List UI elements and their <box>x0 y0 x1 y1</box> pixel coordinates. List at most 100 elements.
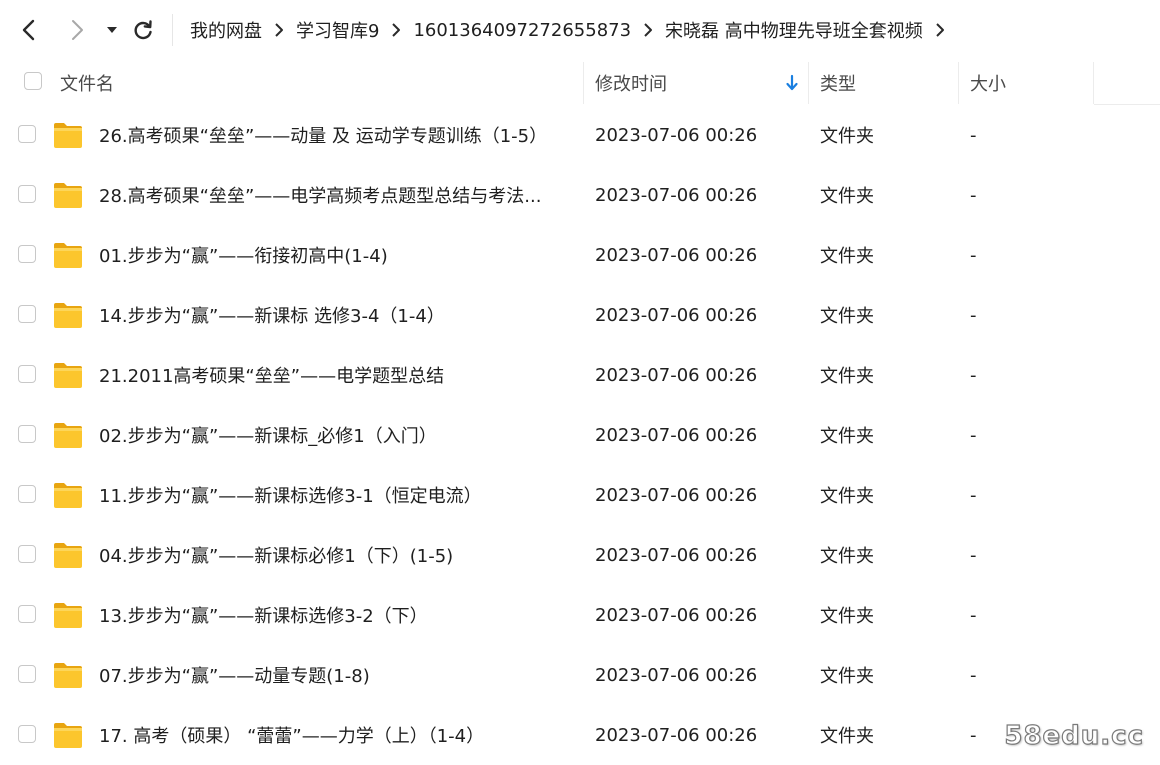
column-divider[interactable] <box>808 62 809 104</box>
file-name: 02.步步为“赢”——新课标_必修1（入门） <box>99 426 437 447</box>
file-name: 01.步步为“赢”——衔接初高中(1-4) <box>99 246 388 267</box>
breadcrumb-more-chevron-icon[interactable] <box>923 20 957 40</box>
site-watermark: 58edu.cc <box>1004 720 1144 751</box>
column-header: 文件名 修改时间 类型 大小 <box>0 62 1160 104</box>
folder-icon <box>54 663 82 688</box>
column-header-modified[interactable]: 修改时间 <box>595 62 795 104</box>
caret-down-icon <box>107 27 117 33</box>
forward-button[interactable] <box>62 15 92 45</box>
file-type: 文件夹 <box>820 486 874 507</box>
file-name: 17. 高考（硕果） “蕾蕾”——力学（上）（1-4） <box>99 726 485 747</box>
file-type: 文件夹 <box>820 726 874 747</box>
folder-icon <box>54 603 82 628</box>
file-size: - <box>970 424 977 446</box>
folder-icon <box>54 123 82 148</box>
file-size: - <box>970 544 977 566</box>
breadcrumb-item-root[interactable]: 我的网盘 <box>190 17 262 43</box>
file-name: 13.步步为“赢”——新课标选修3-2（下） <box>99 606 428 627</box>
column-header-name[interactable]: 文件名 <box>60 62 580 104</box>
column-header-type[interactable]: 类型 <box>820 62 950 104</box>
row-checkbox[interactable] <box>18 605 36 623</box>
file-row[interactable]: 01.步步为“赢”——衔接初高中(1-4) 2023-07-06 00:26 文… <box>0 225 1160 285</box>
history-dropdown-button[interactable] <box>100 15 124 45</box>
file-row[interactable]: 21.2011高考硕果“垒垒”——电学题型总结 2023-07-06 00:26… <box>0 345 1160 405</box>
breadcrumb-chevron-icon <box>262 20 296 40</box>
row-checkbox[interactable] <box>18 485 36 503</box>
file-size: - <box>970 124 977 146</box>
file-row[interactable]: 14.步步为“赢”——新课标 选修3-4（1-4） 2023-07-06 00:… <box>0 285 1160 345</box>
chevron-left-icon <box>22 19 35 41</box>
back-button[interactable] <box>15 15 45 45</box>
row-checkbox[interactable] <box>18 545 36 563</box>
breadcrumb-item-id-folder[interactable]: 1601364097272655873 <box>413 20 631 41</box>
file-row[interactable]: 11.步步为“赢”——新课标选修3-1（恒定电流） 2023-07-06 00:… <box>0 465 1160 525</box>
folder-icon <box>54 483 82 508</box>
breadcrumb-item-current[interactable]: 宋晓磊 高中物理先导班全套视频 <box>665 17 923 43</box>
navigation-bar: 我的网盘 学习智库9 1601364097272655873 宋晓磊 高中物理先… <box>0 0 1160 60</box>
file-row[interactable]: 28.高考硕果“垒垒”——电学高频考点题型总结与考法... 2023-07-06… <box>0 165 1160 225</box>
row-checkbox[interactable] <box>18 425 36 443</box>
file-row[interactable]: 17. 高考（硕果） “蕾蕾”——力学（上）（1-4） 2023-07-06 0… <box>0 705 1160 765</box>
file-size: - <box>970 184 977 206</box>
nav-divider <box>172 14 173 46</box>
file-row[interactable]: 02.步步为“赢”——新课标_必修1（入门） 2023-07-06 00:26 … <box>0 405 1160 465</box>
folder-icon <box>54 543 82 568</box>
file-row[interactable]: 13.步步为“赢”——新课标选修3-2（下） 2023-07-06 00:26 … <box>0 585 1160 645</box>
file-type: 文件夹 <box>820 246 874 267</box>
file-size: - <box>970 604 977 626</box>
folder-icon <box>54 303 82 328</box>
file-modified: 2023-07-06 00:26 <box>595 604 758 626</box>
file-size: - <box>970 364 977 386</box>
breadcrumb-chevron-icon <box>631 20 665 40</box>
file-type: 文件夹 <box>820 606 874 627</box>
column-divider[interactable] <box>1093 62 1094 104</box>
file-size: - <box>970 664 977 686</box>
column-divider[interactable] <box>583 62 584 104</box>
file-size: - <box>970 484 977 506</box>
file-modified: 2023-07-06 00:26 <box>595 424 758 446</box>
column-divider[interactable] <box>958 62 959 104</box>
file-name: 28.高考硕果“垒垒”——电学高频考点题型总结与考法... <box>99 186 542 207</box>
file-row[interactable]: 26.高考硕果“垒垒”——动量 及 运动学专题训练（1-5） 2023-07-0… <box>0 105 1160 165</box>
file-name: 07.步步为“赢”——动量专题(1-8) <box>99 666 370 687</box>
file-name: 21.2011高考硕果“垒垒”——电学题型总结 <box>99 366 445 387</box>
file-name: 11.步步为“赢”——新课标选修3-1（恒定电流） <box>99 486 482 507</box>
breadcrumb: 我的网盘 学习智库9 1601364097272655873 宋晓磊 高中物理先… <box>190 14 957 46</box>
file-row[interactable]: 04.步步为“赢”——新课标必修1（下）(1-5) 2023-07-06 00:… <box>0 525 1160 585</box>
file-modified: 2023-07-06 00:26 <box>595 304 758 326</box>
file-name: 04.步步为“赢”——新课标必修1（下）(1-5) <box>99 546 454 567</box>
folder-icon <box>54 183 82 208</box>
file-modified: 2023-07-06 00:26 <box>595 184 758 206</box>
row-checkbox[interactable] <box>18 125 36 143</box>
column-header-size[interactable]: 大小 <box>970 62 1090 104</box>
file-row[interactable]: 07.步步为“赢”——动量专题(1-8) 2023-07-06 00:26 文件… <box>0 645 1160 705</box>
file-modified: 2023-07-06 00:26 <box>595 124 758 146</box>
folder-icon <box>54 723 82 748</box>
file-type: 文件夹 <box>820 426 874 447</box>
breadcrumb-chevron-icon <box>379 20 413 40</box>
file-modified: 2023-07-06 00:26 <box>595 244 758 266</box>
sort-descending-arrow-icon[interactable] <box>785 74 799 92</box>
row-checkbox[interactable] <box>18 305 36 323</box>
row-checkbox[interactable] <box>18 365 36 383</box>
file-name: 26.高考硕果“垒垒”——动量 及 运动学专题训练（1-5） <box>99 126 548 147</box>
row-checkbox[interactable] <box>18 665 36 683</box>
row-checkbox[interactable] <box>18 185 36 203</box>
file-size: - <box>970 244 977 266</box>
file-type: 文件夹 <box>820 666 874 687</box>
folder-icon <box>54 423 82 448</box>
file-type: 文件夹 <box>820 366 874 387</box>
file-modified: 2023-07-06 00:26 <box>595 364 758 386</box>
file-type: 文件夹 <box>820 186 874 207</box>
row-checkbox[interactable] <box>18 245 36 263</box>
chevron-right-icon <box>72 20 83 40</box>
refresh-button[interactable] <box>128 15 158 45</box>
file-type: 文件夹 <box>820 306 874 327</box>
folder-icon <box>54 243 82 268</box>
file-modified: 2023-07-06 00:26 <box>595 484 758 506</box>
folder-icon <box>54 363 82 388</box>
file-name: 14.步步为“赢”——新课标 选修3-4（1-4） <box>99 306 445 327</box>
row-checkbox[interactable] <box>18 725 36 743</box>
file-modified: 2023-07-06 00:26 <box>595 544 758 566</box>
breadcrumb-item-library[interactable]: 学习智库9 <box>296 17 379 43</box>
